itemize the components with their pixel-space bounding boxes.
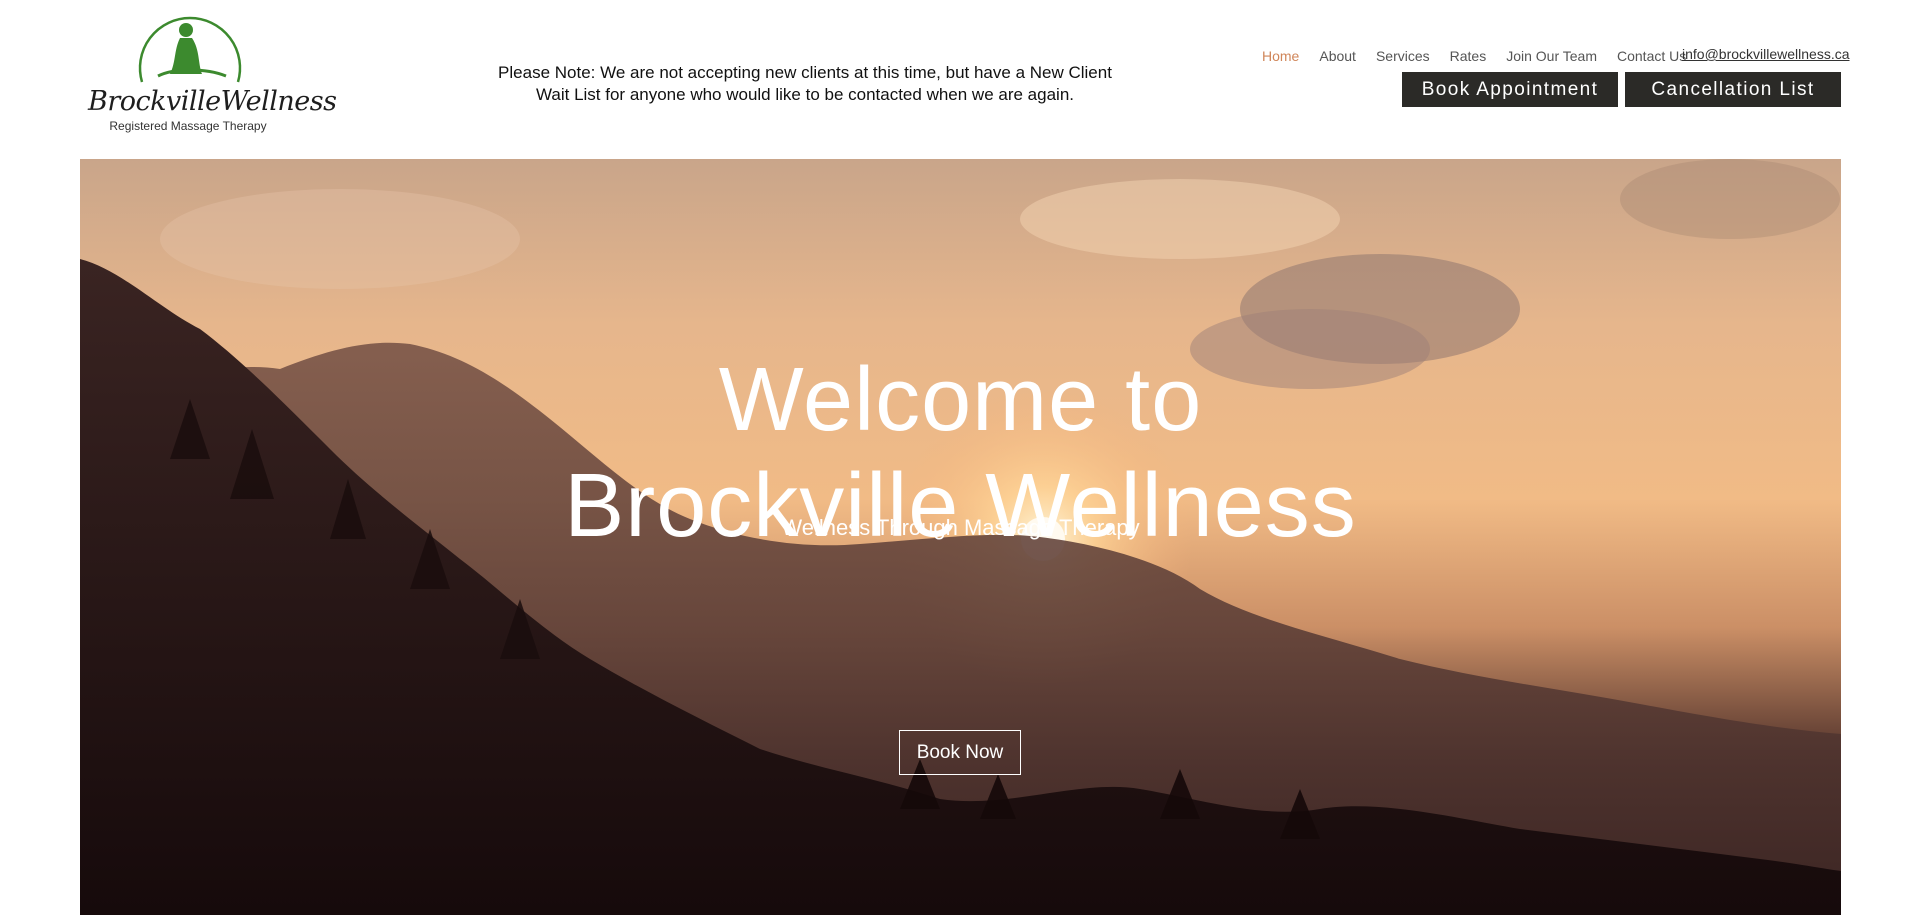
nav-item-join-our-team[interactable]: Join Our Team bbox=[1506, 48, 1597, 64]
notice-line-2: Wait List for anyone who would like to b… bbox=[535, 85, 1074, 104]
book-appointment-button[interactable]: Book Appointment bbox=[1402, 72, 1618, 107]
cancellation-list-button[interactable]: Cancellation List bbox=[1625, 72, 1841, 107]
brand-name: BrockvilleWellness bbox=[88, 86, 337, 117]
site-header: BrockvilleWellness Registered Massage Th… bbox=[0, 0, 1915, 158]
nav-item-services[interactable]: Services bbox=[1376, 48, 1430, 64]
hero-section: Welcome to Brockville Wellness Wellness … bbox=[80, 159, 1841, 915]
hero-subtitle: Wellness Through Massage Therapy bbox=[781, 515, 1140, 540]
site-logo[interactable]: BrockvilleWellness Registered Massage Th… bbox=[88, 4, 337, 134]
main-nav: Home About Services Rates Join Our Team … bbox=[1262, 48, 1686, 64]
nav-item-about[interactable]: About bbox=[1319, 48, 1356, 64]
brand-tagline: Registered Massage Therapy bbox=[109, 119, 267, 133]
nav-item-contact-us[interactable]: Contact Us bbox=[1617, 48, 1686, 64]
notice-line-1: Please Note: We are not accepting new cl… bbox=[498, 63, 1112, 82]
book-now-button[interactable]: Book Now bbox=[899, 730, 1021, 775]
hero-title-line-1: Welcome to bbox=[718, 350, 1203, 451]
new-client-notice: Please Note: We are not accepting new cl… bbox=[480, 62, 1130, 106]
nav-item-rates[interactable]: Rates bbox=[1450, 48, 1487, 64]
email-link[interactable]: info@brockvillewellness.ca bbox=[1682, 46, 1850, 62]
hero-title-line-2: Brockville Wellness bbox=[564, 456, 1357, 557]
massage-figure-icon bbox=[138, 16, 242, 83]
nav-item-home[interactable]: Home bbox=[1262, 48, 1299, 64]
